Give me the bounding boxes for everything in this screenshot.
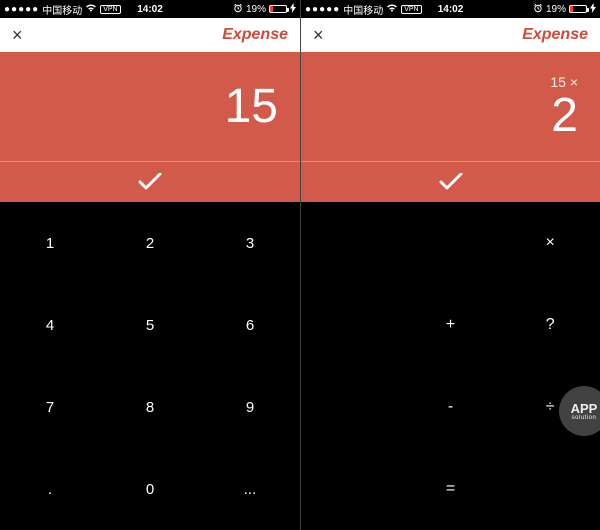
key-blank — [301, 202, 401, 284]
key-6[interactable]: 6 — [200, 284, 300, 366]
status-bar: ●●●●● 中国移动 VPN 14:02 19% — [0, 0, 300, 18]
page-title: Expense — [522, 26, 588, 44]
key-decimal[interactable]: . — [0, 448, 100, 530]
key-blank — [301, 366, 401, 448]
nav-bar: × Expense — [0, 18, 300, 52]
key-help[interactable]: ? — [500, 284, 600, 366]
page-title: Expense — [222, 26, 288, 44]
key-plus[interactable]: + — [401, 284, 501, 366]
key-0[interactable]: 0 — [100, 448, 200, 530]
amount-value: 15 — [225, 83, 278, 131]
key-blank — [301, 448, 401, 530]
key-blank — [401, 202, 501, 284]
key-blank — [301, 284, 401, 366]
clock: 14:02 — [301, 4, 600, 15]
expression-prev: 15 × — [550, 74, 578, 90]
key-1[interactable]: 1 — [0, 202, 100, 284]
close-button[interactable]: × — [12, 25, 23, 46]
key-more[interactable]: ... — [200, 448, 300, 530]
key-3[interactable]: 3 — [200, 202, 300, 284]
key-divide[interactable]: ÷ — [500, 366, 600, 448]
battery-icon — [569, 5, 587, 13]
close-button[interactable]: × — [313, 25, 324, 46]
key-8[interactable]: 8 — [100, 366, 200, 448]
key-minus[interactable]: - — [401, 366, 501, 448]
confirm-button[interactable] — [0, 162, 300, 202]
key-7[interactable]: 7 — [0, 366, 100, 448]
battery-icon — [269, 5, 287, 13]
amount-display: 15 — [0, 52, 300, 202]
screen-right: ●●●●● 中国移动 VPN 14:02 19% × Expense 15 × … — [300, 0, 600, 530]
check-icon — [138, 173, 162, 191]
amount-display: 15 × 2 — [301, 52, 600, 202]
key-multiply[interactable]: × — [500, 202, 600, 284]
keypad-operators: × + ? - ÷ = — [301, 202, 600, 530]
key-5[interactable]: 5 — [100, 284, 200, 366]
nav-bar: × Expense — [301, 18, 600, 52]
key-4[interactable]: 4 — [0, 284, 100, 366]
key-blank — [500, 448, 600, 530]
screen-left: ●●●●● 中国移动 VPN 14:02 19% × Expense 15 — [0, 0, 300, 530]
amount-value: 2 — [551, 92, 578, 140]
confirm-button[interactable] — [301, 162, 600, 202]
keypad-numbers: 1 2 3 4 5 6 7 8 9 . 0 ... — [0, 202, 300, 530]
check-icon — [439, 173, 463, 191]
status-bar: ●●●●● 中国移动 VPN 14:02 19% — [301, 0, 600, 18]
key-2[interactable]: 2 — [100, 202, 200, 284]
clock: 14:02 — [0, 4, 300, 15]
key-9[interactable]: 9 — [200, 366, 300, 448]
key-equals[interactable]: = — [401, 448, 501, 530]
